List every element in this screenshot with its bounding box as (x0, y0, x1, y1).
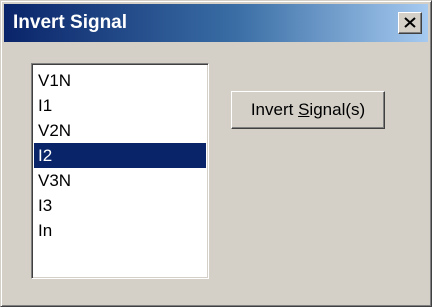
list-item-i1[interactable]: I1 (34, 93, 206, 118)
signal-listbox[interactable]: V1N I1 V2N I2 V3N I3 In (31, 63, 209, 279)
list-item-i2[interactable]: I2 (34, 143, 206, 168)
list-item-v3n[interactable]: V3N (34, 168, 206, 193)
list-item-in[interactable]: In (34, 218, 206, 243)
invert-button-label-before: Invert (250, 100, 299, 119)
list-item-v1n[interactable]: V1N (34, 68, 206, 93)
list-item-v2n[interactable]: V2N (34, 118, 206, 143)
invert-button-label-after: ignal(s) (309, 100, 366, 119)
close-button[interactable] (398, 12, 422, 34)
window-title: Invert Signal (13, 12, 128, 33)
invert-signal-dialog: Invert Signal V1N I1 V2N I2 V3N I3 In In… (0, 0, 432, 307)
invert-button-mnemonic: S (298, 100, 310, 119)
title-bar[interactable]: Invert Signal (4, 4, 428, 42)
list-item-i3[interactable]: I3 (34, 193, 206, 218)
close-icon (404, 17, 416, 28)
invert-signals-button[interactable]: Invert Signal(s) (231, 91, 385, 129)
